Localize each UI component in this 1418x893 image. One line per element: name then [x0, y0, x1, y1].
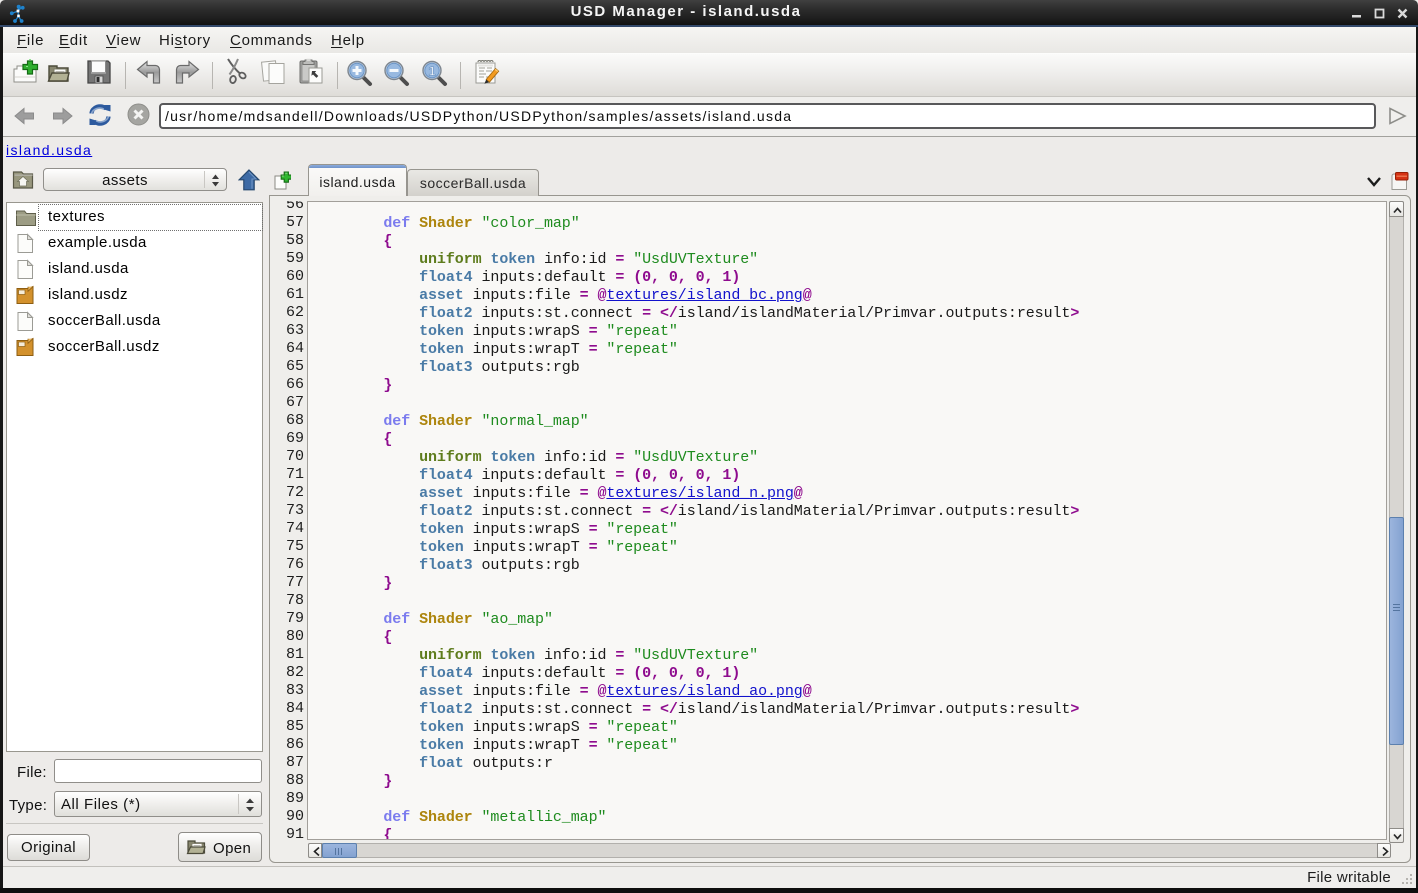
svg-text:1: 1	[428, 64, 435, 79]
